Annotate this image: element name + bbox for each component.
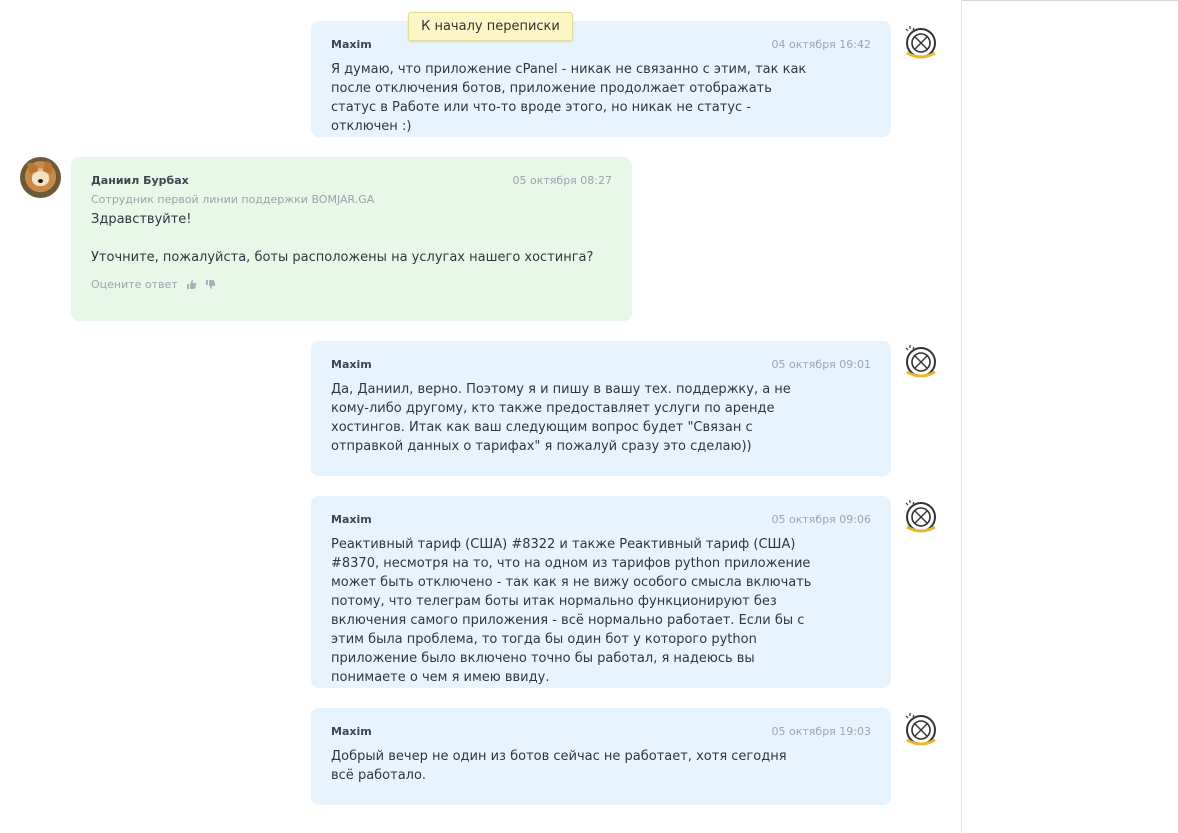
message-author: Maxim bbox=[331, 725, 372, 738]
message-date: 05 октября 19:03 bbox=[771, 725, 871, 738]
message-bubble: Maxim 05 октября 09:06 Реактивный тариф … bbox=[311, 496, 891, 688]
thumbs-down-icon[interactable] bbox=[205, 279, 216, 290]
robot-avatar-icon bbox=[902, 342, 940, 380]
author-role: Сотрудник первой линии поддержки BOMJAR.… bbox=[91, 193, 375, 206]
message-paragraph: Здравствуйте! bbox=[91, 212, 192, 227]
message-paragraph: Уточните, пожалуйста, боты расположены н… bbox=[91, 250, 594, 265]
right-divider bbox=[961, 0, 962, 833]
message-header: Даниил Бурбах 05 октября 08:27 bbox=[91, 174, 612, 192]
message-header: Maxim 05 октября 19:03 bbox=[331, 725, 871, 743]
message-paragraph: Да, Даниил, верно. Поэтому я и пишу в ва… bbox=[331, 382, 791, 454]
message-text: Здравствуйте! Уточните, пожалуйста, боты… bbox=[91, 210, 612, 267]
thumbs-up-icon[interactable] bbox=[186, 279, 197, 290]
message-bubble: Даниил Бурбах 05 октября 08:27 Сотрудник… bbox=[71, 157, 632, 321]
message-author: Даниил Бурбах bbox=[91, 174, 189, 187]
message-author: Maxim bbox=[331, 38, 372, 51]
message-author: Maxim bbox=[331, 358, 372, 371]
message-bubble: Maxim 05 октября 09:01 Да, Даниил, верно… bbox=[311, 341, 891, 476]
message-text: Реактивный тариф (США) #8322 и также Реа… bbox=[331, 535, 821, 687]
rate-answer: Оцените ответ bbox=[91, 278, 612, 291]
message-bubble: Maxim 04 октября 16:42 Я думаю, что прил… bbox=[311, 21, 891, 137]
message-text: Я думаю, что приложение cPanel - никак н… bbox=[331, 60, 811, 136]
message-text: Да, Даниил, верно. Поэтому я и пишу в ва… bbox=[331, 380, 811, 456]
message-paragraph: Реактивный тариф (США) #8322 и также Реа… bbox=[331, 537, 812, 685]
message-header: Maxim 05 октября 09:01 bbox=[331, 358, 871, 376]
robot-avatar-icon bbox=[902, 710, 940, 748]
rate-answer-label: Оцените ответ bbox=[91, 278, 178, 291]
message-date: 04 октября 16:42 bbox=[771, 38, 871, 51]
message-paragraph: Я думаю, что приложение cPanel - никак н… bbox=[331, 62, 807, 134]
robot-avatar-icon bbox=[902, 497, 940, 535]
message-bubble: Maxim 05 октября 19:03 Добрый вечер не о… bbox=[311, 708, 891, 805]
message-paragraph: Добрый вечер не один из ботов сейчас не … bbox=[331, 749, 787, 783]
jump-to-start-button[interactable]: К началу переписки bbox=[408, 12, 573, 41]
message-date: 05 октября 09:01 bbox=[771, 358, 871, 371]
message-author: Maxim bbox=[331, 513, 372, 526]
message-text: Добрый вечер не один из ботов сейчас не … bbox=[331, 747, 811, 785]
message-header: Maxim 05 октября 09:06 bbox=[331, 513, 871, 531]
message-date: 05 октября 09:06 bbox=[771, 513, 871, 526]
dog-nose bbox=[38, 179, 43, 183]
robot-avatar-icon bbox=[902, 23, 940, 61]
top-divider bbox=[962, 0, 1178, 1]
dog-avatar bbox=[20, 157, 61, 198]
message-date: 05 октября 08:27 bbox=[512, 174, 612, 187]
